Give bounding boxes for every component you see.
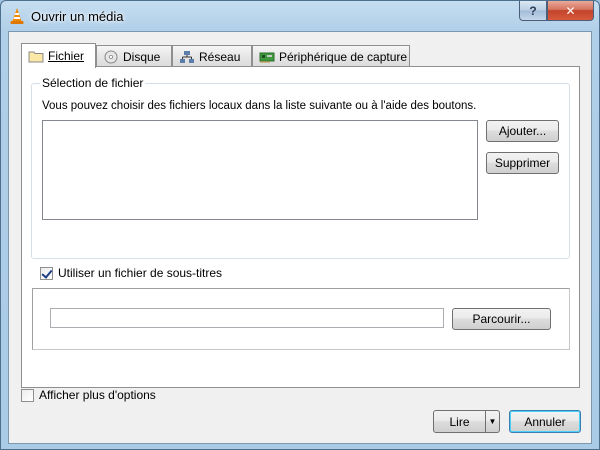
vlc-cone-icon xyxy=(10,8,24,24)
capture-card-icon xyxy=(259,52,275,63)
disc-icon xyxy=(104,50,118,63)
subtitles-path-input[interactable] xyxy=(50,308,444,328)
remove-file-button[interactable]: Supprimer xyxy=(486,152,559,174)
play-split-button[interactable]: Lire ▼ xyxy=(433,410,501,433)
play-dropdown-arrow[interactable]: ▼ xyxy=(485,410,500,433)
tab-fichier-label: Fichier xyxy=(48,49,85,63)
tab-reseau[interactable]: Réseau xyxy=(172,45,252,67)
dialog-window: Ouvrir un média ? ✕ Fichier Disque Résea… xyxy=(0,0,600,450)
tab-disque-label: Disque xyxy=(123,49,161,64)
network-icon xyxy=(180,50,194,63)
file-list[interactable] xyxy=(42,120,478,220)
file-selection-title: Sélection de fichier xyxy=(40,76,146,90)
tab-peripherique-capture-label: Périphérique de capture xyxy=(279,49,408,64)
more-options-checkbox[interactable] xyxy=(21,389,34,402)
file-selection-description: Vous pouvez choisir des fichiers locaux … xyxy=(42,100,477,112)
tab-fichier[interactable]: Fichier xyxy=(21,43,96,68)
help-button[interactable]: ? xyxy=(519,1,547,21)
subtitles-checkbox-label[interactable]: Utiliser un fichier de sous-titres xyxy=(58,266,222,280)
close-icon: ✕ xyxy=(565,3,576,18)
dialog-client-area: Fichier Disque Réseau Périphérique de ca… xyxy=(8,31,592,444)
cancel-button[interactable]: Annuler xyxy=(509,410,581,433)
tab-peripherique-capture[interactable]: Périphérique de capture xyxy=(252,45,410,67)
browse-button[interactable]: Parcourir... xyxy=(452,308,551,330)
tab-panel-fichier: Sélection de fichier Vous pouvez choisir… xyxy=(21,66,580,388)
chevron-down-icon: ▼ xyxy=(488,417,497,426)
help-icon: ? xyxy=(529,3,537,18)
tab-reseau-label: Réseau xyxy=(199,49,241,64)
play-button[interactable]: Lire xyxy=(433,410,486,433)
subtitles-checkbox[interactable] xyxy=(40,267,53,280)
folder-icon xyxy=(28,51,44,63)
title-bar[interactable]: Ouvrir un média ? ✕ xyxy=(1,1,599,31)
more-options-label[interactable]: Afficher plus d'options xyxy=(39,388,156,402)
tab-disque[interactable]: Disque xyxy=(96,45,172,67)
close-button[interactable]: ✕ xyxy=(547,1,594,21)
window-title: Ouvrir un média xyxy=(31,9,124,24)
add-file-button[interactable]: Ajouter... xyxy=(486,120,559,142)
